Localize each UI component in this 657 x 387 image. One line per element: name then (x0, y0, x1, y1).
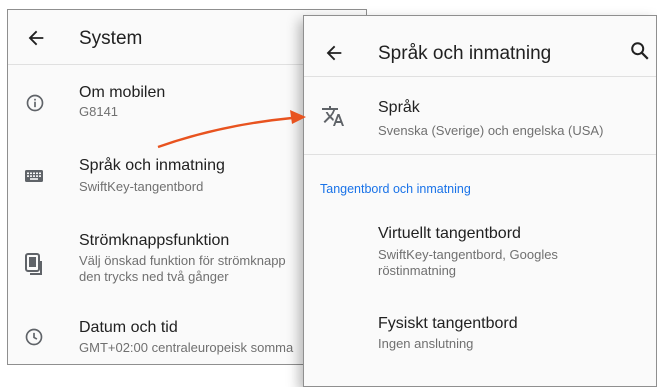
annotation-arrow (157, 110, 306, 149)
